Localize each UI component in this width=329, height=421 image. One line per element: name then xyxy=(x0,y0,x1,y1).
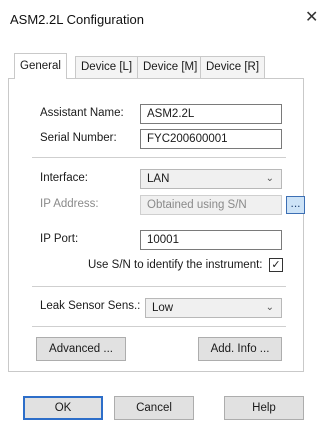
ip-address-input: Obtained using S/N xyxy=(140,195,282,215)
leak-sensor-dropdown[interactable]: Low ⌄ xyxy=(145,298,282,318)
chevron-down-icon: ⌄ xyxy=(265,302,274,313)
ip-address-label: IP Address: xyxy=(40,198,99,210)
close-icon[interactable]: ✕ xyxy=(305,7,318,27)
tab-device-r[interactable]: Device [R] xyxy=(200,56,266,78)
tab-general[interactable]: General xyxy=(14,53,67,79)
assistant-name-input[interactable]: ASM2.2L xyxy=(140,104,282,124)
separator xyxy=(32,157,286,158)
cancel-button[interactable]: Cancel xyxy=(114,396,194,420)
use-sn-label: Use S/N to identify the instrument: xyxy=(88,259,263,271)
serial-number-label: Serial Number: xyxy=(40,132,117,144)
tab-device-l[interactable]: Device [L] xyxy=(75,56,139,78)
ip-port-input[interactable]: 10001 xyxy=(140,230,282,250)
ip-browse-button[interactable]: ... xyxy=(286,196,305,214)
assistant-name-label: Assistant Name: xyxy=(40,107,124,119)
add-info-button[interactable]: Add. Info ... xyxy=(198,337,282,361)
serial-number-input[interactable]: FYC200600001 xyxy=(140,129,282,149)
interface-value: LAN xyxy=(147,173,170,185)
use-sn-checkbox[interactable]: ✓ xyxy=(269,258,283,272)
leak-sensor-label: Leak Sensor Sens.: xyxy=(40,300,141,312)
separator xyxy=(32,286,286,287)
separator xyxy=(32,326,286,327)
interface-label: Interface: xyxy=(40,172,88,184)
tab-device-m[interactable]: Device [M] xyxy=(137,56,204,78)
leak-sensor-value: Low xyxy=(152,302,174,314)
help-button[interactable]: Help xyxy=(224,396,304,420)
chevron-down-icon: ⌄ xyxy=(265,173,274,184)
interface-dropdown[interactable]: LAN ⌄ xyxy=(140,169,282,189)
advanced-button[interactable]: Advanced ... xyxy=(36,337,126,361)
ip-port-label: IP Port: xyxy=(40,233,79,245)
ok-button[interactable]: OK xyxy=(23,396,103,420)
window-title: ASM2.2L Configuration xyxy=(10,12,144,27)
